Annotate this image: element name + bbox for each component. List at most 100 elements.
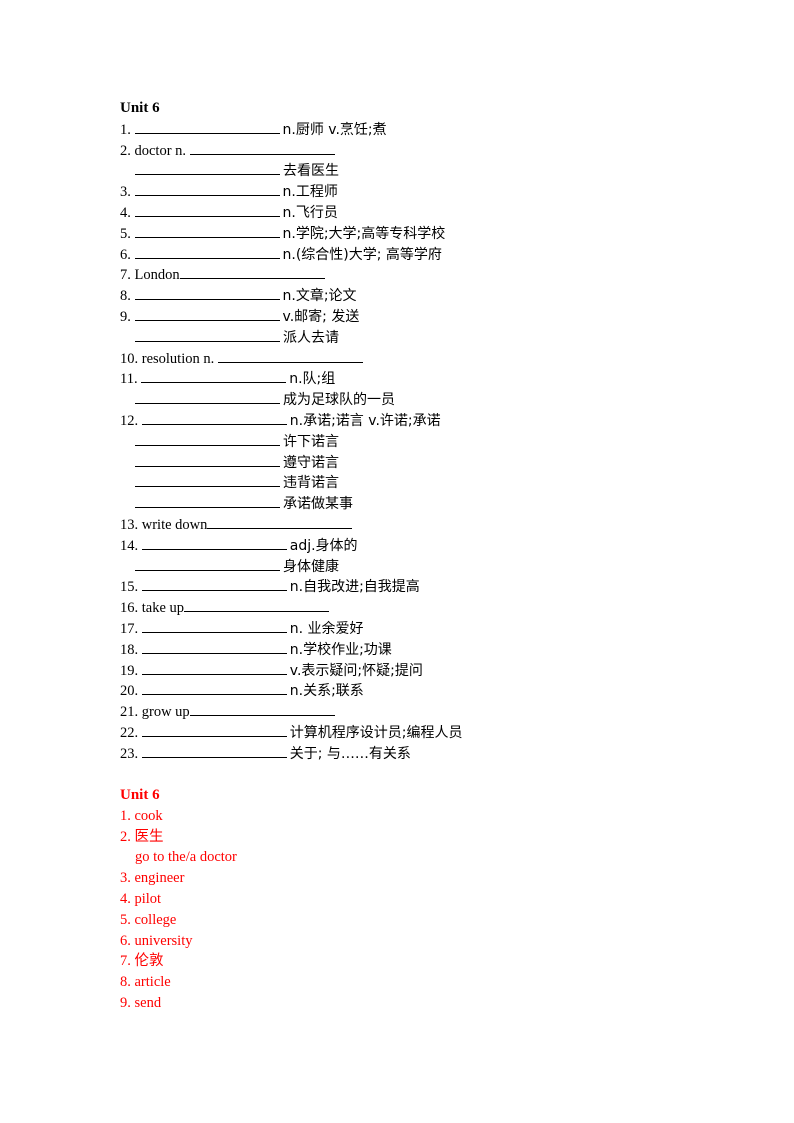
worksheet-line: 21. grow up (120, 701, 680, 722)
item-number: 13. (120, 516, 139, 533)
worksheet-line: 7. London (120, 264, 680, 285)
answer-blank[interactable] (141, 618, 287, 633)
answer-line: 4. pilot (120, 890, 162, 907)
worksheet-line: 去看医生 (120, 160, 680, 181)
answer-blank[interactable] (134, 285, 280, 301)
item-definition: 违背诺言 (283, 475, 339, 492)
answer-blank[interactable] (141, 743, 287, 758)
answer-blank[interactable] (135, 472, 280, 488)
answer-line: 5. college (120, 911, 177, 928)
worksheet-line: 派人去请 (120, 327, 680, 348)
item-number: 23. (120, 745, 139, 762)
worksheet-title: Unit 6 (120, 100, 160, 116)
item-definition: n.文章;论文 (282, 288, 357, 305)
item-definition: v.表示疑问;怀疑;提问 (289, 662, 423, 679)
answer-blank[interactable] (134, 119, 280, 134)
worksheet: Unit 6 1. n.厨师 v.烹饪;煮 2. doctor n. 去看医生 3.… (120, 98, 680, 764)
answer-key: Unit 6 1. cook 2. 医生 go to the/a doctor 3. … (120, 785, 237, 1014)
worksheet-line: 承诺做某事 (120, 493, 680, 514)
answer-blank[interactable] (189, 701, 335, 717)
answer-line: 7. 伦敦 (120, 953, 164, 970)
answer-blank[interactable] (141, 639, 287, 654)
item-definition: 派人去请 (283, 329, 339, 346)
item-definition: n.学校作业;功课 (289, 641, 392, 658)
worksheet-line: 15. n.自我改进;自我提高 (120, 576, 680, 597)
answer-blank[interactable] (135, 493, 280, 509)
answer-line: 2. 医生 (120, 828, 164, 845)
worksheet-line: 成为足球队的一员 (120, 389, 680, 410)
item-definition: 遵守诺言 (283, 454, 339, 471)
worksheet-line: 23. 关于; 与……有关系 (120, 743, 680, 764)
answer-blank[interactable] (141, 535, 287, 550)
answer-blank[interactable] (189, 140, 335, 155)
answer-blank[interactable] (179, 264, 325, 280)
answer-blank[interactable] (135, 431, 280, 446)
item-number: 4. (120, 204, 131, 221)
item-definition: 身体健康 (283, 558, 339, 575)
answer-blank[interactable] (135, 556, 280, 571)
worksheet-line: 3. n.工程师 (120, 181, 680, 202)
answer-blank[interactable] (134, 306, 280, 321)
item-definition: v.邮寄; 发送 (282, 308, 360, 325)
worksheet-line: 22. 计算机程序设计员;编程人员 (120, 722, 680, 743)
answer-blank[interactable] (141, 722, 287, 737)
item-number: 7. (120, 267, 131, 284)
item-definition: n.(综合性)大学; 高等学府 (282, 246, 442, 263)
item-number: 18. (120, 641, 139, 658)
answer-blank[interactable] (141, 680, 287, 696)
answer-blank[interactable] (217, 348, 363, 363)
item-number: 19. (120, 662, 139, 679)
worksheet-line: 许下诺言 (120, 431, 680, 452)
answer-blank[interactable] (141, 576, 287, 592)
item-number: 16. (120, 600, 139, 617)
answer-blank[interactable] (207, 514, 353, 529)
item-prompt: write down (141, 516, 208, 533)
item-definition: n.学院;大学;高等专科学校 (282, 225, 446, 242)
answer-blank[interactable] (134, 202, 280, 217)
answer-line: 8. article (120, 974, 171, 991)
item-number: 22. (120, 724, 139, 741)
answer-line: 6. university (120, 932, 193, 949)
item-definition: 承诺做某事 (283, 496, 353, 513)
item-definition: n.队;组 (289, 371, 336, 388)
item-number: 1. (120, 121, 131, 138)
answer-blank[interactable] (135, 389, 280, 405)
answer-blank[interactable] (135, 160, 280, 176)
item-definition: 计算机程序设计员;编程人员 (289, 724, 463, 741)
answer-blank[interactable] (141, 368, 287, 384)
worksheet-line: 17. n. 业余爱好 (120, 618, 680, 639)
worksheet-line: 14. adj.身体的 (120, 535, 680, 556)
answer-blank[interactable] (135, 327, 280, 342)
item-prompt: take up (141, 600, 185, 617)
answer-blank[interactable] (135, 452, 280, 467)
item-definition: 成为足球队的一员 (283, 392, 395, 409)
worksheet-line: 13. write down (120, 514, 680, 535)
item-number: 8. (120, 288, 131, 305)
answer-blank[interactable] (134, 223, 280, 238)
worksheet-line: 2. doctor n. (120, 140, 680, 161)
answer-blank[interactable] (141, 660, 287, 675)
item-number: 2. (120, 142, 131, 159)
item-number: 6. (120, 246, 131, 263)
answer-blank[interactable] (134, 181, 280, 197)
item-number: 10. (120, 350, 139, 367)
worksheet-line: 身体健康 (120, 556, 680, 577)
item-number: 14. (120, 537, 139, 554)
worksheet-line: 遵守诺言 (120, 452, 680, 473)
item-prompt: resolution n. (141, 350, 215, 367)
item-prompt: London (134, 267, 180, 284)
item-definition: 去看医生 (283, 163, 339, 180)
item-number: 11. (120, 371, 138, 388)
item-definition: 关于; 与……有关系 (289, 745, 411, 762)
worksheet-items: 1. n.厨师 v.烹饪;煮 2. doctor n. 去看医生 3. n.工程师 4… (120, 119, 680, 764)
item-number: 15. (120, 579, 139, 596)
item-number: 12. (120, 412, 139, 429)
worksheet-line: 4. n.飞行员 (120, 202, 680, 223)
item-definition: n. 业余爱好 (289, 620, 364, 637)
answer-line: 1. cook (120, 807, 163, 824)
answer-blank[interactable] (184, 597, 330, 613)
answer-blank[interactable] (134, 244, 280, 259)
answer-blank[interactable] (141, 410, 287, 425)
item-number: 17. (120, 620, 139, 637)
item-number: 3. (120, 184, 131, 201)
